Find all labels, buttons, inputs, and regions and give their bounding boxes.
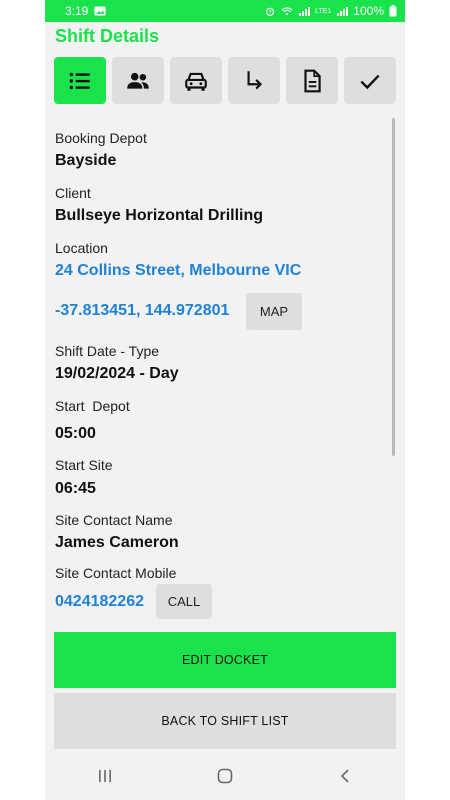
- call-button[interactable]: CALL: [156, 584, 212, 619]
- tab-documents[interactable]: [286, 57, 338, 104]
- signal-icon: [299, 7, 311, 16]
- start-depot-label: Start Depot: [55, 398, 130, 414]
- client-value: Bullseye Horizontal Drilling: [55, 207, 264, 224]
- page-title: Shift Details: [55, 26, 160, 46]
- site-contact-mobile-label: Site Contact Mobile: [55, 565, 177, 581]
- home-icon[interactable]: [217, 768, 233, 784]
- back-to-shift-list-button[interactable]: BACK TO SHIFT LIST: [54, 693, 396, 749]
- start-site-value: 06:45: [55, 480, 96, 497]
- site-contact-mobile-link[interactable]: 0424182262: [55, 593, 144, 611]
- arrow-turn-icon: [247, 70, 263, 89]
- location-link[interactable]: 24 Collins Street, Melbourne VIC: [55, 262, 301, 280]
- gallery-icon: [94, 6, 106, 16]
- battery-icon: [389, 5, 397, 17]
- edit-docket-button[interactable]: EDIT DOCKET: [54, 632, 396, 688]
- start-site-label: Start Site: [55, 457, 113, 473]
- back-icon[interactable]: [337, 768, 353, 784]
- status-bar: 3:19 LTE1 100%: [45, 0, 405, 22]
- tab-details[interactable]: [54, 57, 106, 104]
- alarm-icon: [265, 7, 275, 16]
- battery-percent: 100%: [353, 4, 384, 18]
- location-label: Location: [55, 240, 108, 256]
- tab-route[interactable]: [228, 57, 280, 104]
- check-icon: [360, 74, 380, 89]
- scrollbar[interactable]: [392, 118, 395, 456]
- document-icon: [304, 69, 321, 92]
- client-label: Client: [55, 185, 91, 201]
- site-contact-name-label: Site Contact Name: [55, 512, 173, 528]
- coordinates-link[interactable]: -37.813451, 144.972801: [55, 302, 229, 320]
- people-icon: [127, 72, 149, 89]
- booking-depot-label: Booking Depot: [55, 130, 147, 146]
- signal-icon-2: [337, 7, 349, 16]
- car-icon: [185, 72, 207, 91]
- wifi-icon: [281, 7, 293, 16]
- booking-depot-value: Bayside: [55, 152, 117, 169]
- status-time: 3:19: [65, 4, 89, 18]
- tab-people[interactable]: [112, 57, 164, 104]
- tab-bar: [54, 57, 396, 105]
- shift-date-value: 19/02/2024 - Day: [55, 365, 179, 382]
- recent-apps-icon[interactable]: [97, 768, 113, 784]
- system-nav-bar: [45, 752, 405, 800]
- shift-date-label: Shift Date - Type: [55, 343, 160, 359]
- network-label: LTE1: [315, 7, 332, 15]
- site-contact-name-value: James Cameron: [55, 534, 179, 551]
- tab-vehicle[interactable]: [170, 57, 222, 104]
- list-icon: [69, 72, 90, 89]
- tab-complete[interactable]: [344, 57, 396, 104]
- phone-screen: 3:19 LTE1 100% Shift Details Booking Dep…: [45, 0, 405, 800]
- map-button[interactable]: MAP: [246, 293, 302, 330]
- start-depot-value: 05:00: [55, 425, 96, 442]
